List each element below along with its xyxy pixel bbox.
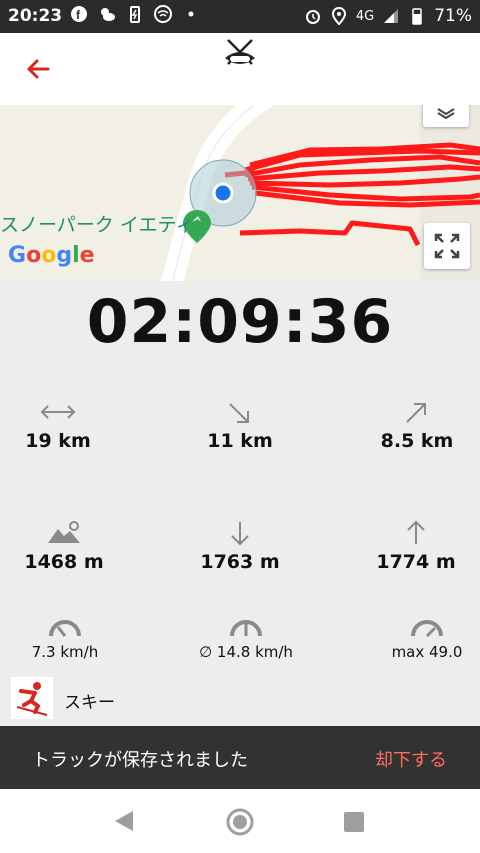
stat-value: ∅ 14.8 km/h <box>199 643 293 661</box>
snackbar-message: トラックが保存されました <box>32 750 248 771</box>
activity-type-row[interactable]: スキー <box>0 674 480 722</box>
snackbar-dismiss-button[interactable]: 却下する <box>375 746 447 772</box>
current-location-marker <box>212 182 234 204</box>
map-layers-button[interactable] <box>423 105 469 127</box>
stat-altitude: 1468 m <box>0 519 129 573</box>
weather-icon <box>101 8 115 21</box>
ski-logo-icon <box>225 39 255 65</box>
map-fullscreen-button[interactable] <box>424 223 470 269</box>
status-notification-icons: f <box>70 5 200 23</box>
wifi-icon <box>154 5 172 23</box>
stat-value: 8.5 km <box>380 430 454 452</box>
speedometer-icon <box>49 620 81 637</box>
status-bar: 20:23 f 4G 71% <box>0 0 480 33</box>
stat-value: 1774 m <box>376 551 456 573</box>
facebook-icon: f <box>71 6 87 22</box>
stat-value: 1763 m <box>200 551 280 573</box>
descent-distance-icon <box>229 403 249 423</box>
alarm-icon <box>305 10 320 24</box>
location-icon <box>331 7 346 25</box>
stat-descent-distance: 11 km <box>175 398 305 452</box>
max-speed-icon <box>411 620 443 638</box>
back-arrow-icon[interactable] <box>22 53 54 85</box>
snackbar: トラックが保存されました 却下する <box>0 726 480 789</box>
ascent-icon <box>407 520 425 544</box>
stat-value: 1468 m <box>24 551 104 573</box>
stat-value: 7.3 km/h <box>31 643 99 661</box>
battery-icon <box>412 8 422 25</box>
stat-max-speed: max 49.0 <box>362 612 480 661</box>
layers-icon <box>437 108 455 120</box>
nav-back-icon[interactable] <box>113 809 135 833</box>
stat-descent: 1763 m <box>175 519 305 573</box>
stat-average-speed: ∅ 14.8 km/h <box>181 612 311 661</box>
stat-total-distance: 19 km <box>0 398 123 452</box>
dot-icon <box>188 11 194 17</box>
status-system-icons: 4G 71% <box>304 6 472 26</box>
fullscreen-icon <box>434 233 460 259</box>
stat-ascent-distance: 8.5 km <box>352 398 480 452</box>
network-type: 4G <box>355 8 375 24</box>
nav-recents-icon[interactable] <box>343 811 365 833</box>
skier-icon <box>11 677 53 719</box>
signal-icon <box>384 9 399 23</box>
map-place-label[interactable]: スノーパーク イエティ <box>0 210 195 237</box>
stat-current-speed: 7.3 km/h <box>0 612 130 661</box>
google-attribution: Google <box>8 243 95 268</box>
avg-speed-icon <box>230 620 262 637</box>
ascent-distance-icon <box>406 403 426 423</box>
app-bar <box>0 33 480 105</box>
nav-home-icon[interactable] <box>225 807 255 837</box>
activity-type-label: スキー <box>64 693 115 713</box>
descent-icon <box>231 522 249 546</box>
stat-ascent: 1774 m <box>351 519 480 573</box>
battery-saver-icon <box>130 6 140 23</box>
stat-value: max 49.0 <box>391 643 463 661</box>
altitude-icon <box>48 521 80 543</box>
distance-icon <box>40 405 76 419</box>
stat-value: 11 km <box>207 430 273 452</box>
stat-value: 19 km <box>25 430 91 452</box>
map-view[interactable]: スノーパーク イエティ Google <box>0 105 480 281</box>
elapsed-time: 02:09:36 <box>86 287 394 357</box>
status-time: 20:23 <box>8 6 63 26</box>
battery-level: 71% <box>434 6 472 26</box>
system-nav-bar <box>0 789 480 853</box>
